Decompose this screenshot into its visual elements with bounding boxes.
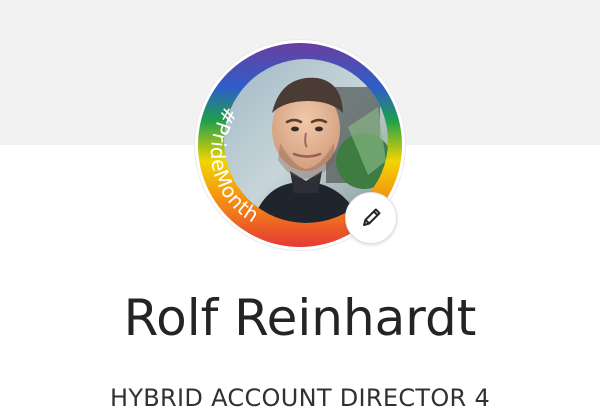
pencil-icon bbox=[363, 208, 381, 226]
profile-job-title: HYBRID ACCOUNT DIRECTOR 4 bbox=[109, 384, 491, 412]
profile-card: #PrideMonth Rolf Reinhardt HYBRID ACCOUN… bbox=[0, 0, 600, 415]
edit-profile-photo-button[interactable] bbox=[345, 192, 397, 244]
profile-name: Rolf Reinhardt bbox=[123, 289, 477, 347]
